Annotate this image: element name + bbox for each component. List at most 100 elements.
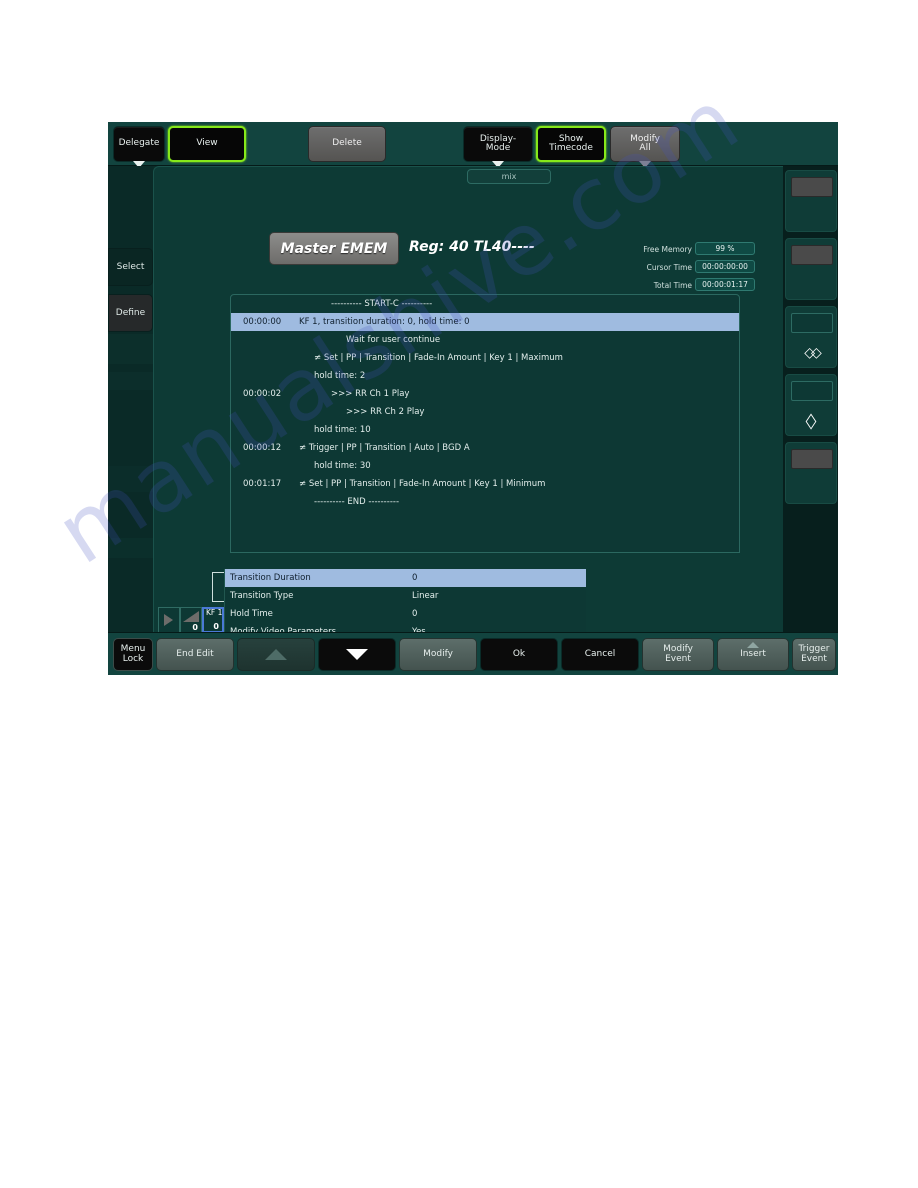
event-row[interactable]: 00:00:00 KF 1, transition duration: 0, ho… — [231, 313, 739, 331]
parameter-row[interactable]: Transition Type Linear — [225, 587, 586, 605]
info-readout-value: 99 % — [695, 242, 755, 255]
rail-texture — [108, 372, 153, 390]
event-row[interactable]: hold time: 30 — [231, 457, 739, 475]
right-rail-button-0[interactable] — [785, 170, 837, 232]
toolbar-button-delegate[interactable]: Delegate — [113, 126, 165, 168]
play-icon — [164, 614, 173, 626]
bottom-button-insert[interactable]: Insert — [717, 638, 789, 671]
bottom-button-modify[interactable]: Modify — [399, 638, 477, 671]
event-row[interactable]: 00:00:02 >>> RR Ch 1 Play — [231, 385, 739, 403]
parameter-name: Transition Duration — [230, 573, 311, 583]
register-label: Reg: 40 TL40---- — [409, 239, 535, 255]
bottom-button-label: Trigger Event — [798, 644, 830, 664]
mix-tab[interactable]: mix — [467, 169, 551, 184]
right-rail-slot — [791, 177, 833, 197]
event-row[interactable]: hold time: 2 — [231, 367, 739, 385]
event-row[interactable]: Wait for user continue — [231, 331, 739, 349]
info-readout-value: 00:00:00:00 — [695, 260, 755, 273]
bottom-button-label: End Edit — [176, 648, 214, 659]
keyframe-play-cell[interactable] — [158, 607, 180, 633]
keyframe-active-value: 0 — [213, 622, 219, 631]
right-rail-button-4[interactable] — [785, 442, 837, 504]
event-list[interactable]: ---------- START-C ---------- 00:00:00 KF … — [230, 294, 740, 553]
event-row[interactable]: >>> RR Ch 2 Play — [231, 403, 739, 421]
toolbar-button-label: Modify All — [630, 133, 660, 153]
parameter-row[interactable]: Transition Duration 0 — [225, 569, 586, 587]
page-root: manualshive.com Delegate View Delete Displa… — [0, 0, 918, 1188]
bottom-button-scroll-down[interactable] — [318, 638, 396, 671]
bottom-button-label: Cancel — [584, 648, 616, 659]
keyframe-current-cell[interactable]: KF 1 0 — [202, 607, 224, 633]
event-text: >>> RR Ch 2 Play — [346, 407, 425, 417]
right-rail-button-2[interactable]: ◇◇ — [785, 306, 837, 368]
bottom-button-modify-event[interactable]: Modify Event — [642, 638, 714, 671]
toolbar-button-delete[interactable]: Delete — [308, 126, 386, 162]
event-timecode: 00:00:12 — [243, 443, 282, 453]
right-rail-slot — [791, 313, 833, 333]
bottom-button-label: Ok — [512, 648, 526, 659]
toolbar-button-view[interactable]: View — [168, 126, 246, 162]
right-rail-slot — [791, 449, 833, 469]
info-readout-value: 00:00:01:17 — [695, 278, 755, 291]
sidebar-tab-select[interactable]: Select — [108, 248, 153, 286]
toolbar-button-display-mode[interactable]: Display- Mode — [463, 126, 533, 168]
toolbar-button-modify-all[interactable]: Modify All — [610, 126, 680, 168]
chevron-down-icon — [346, 649, 368, 660]
parameter-value[interactable]: 0 — [412, 609, 417, 619]
main-panel: mix Master EMEM Reg: 40 TL40---- Free Me… — [153, 166, 783, 667]
parameter-value[interactable]: Linear — [412, 591, 438, 601]
right-rail-button-3[interactable]: ◇ — [785, 374, 837, 436]
chevron-up-icon — [265, 649, 287, 660]
event-row[interactable]: ≠ Set | PP | Transition | Fade-In Amount… — [231, 349, 739, 367]
info-readout-label: Free Memory — [643, 245, 692, 254]
bottom-button-label: Modify Event — [663, 644, 693, 664]
bottom-toolbar: Menu Lock End Edit Modify Ok Cancel Modify Ev… — [108, 632, 838, 675]
toolbar-button-label: Show Timecode — [549, 133, 593, 153]
toolbar-button-label: Delegate — [118, 138, 160, 149]
tree-connector — [212, 572, 224, 602]
right-rail: ◇◇ ◇ — [783, 166, 838, 632]
event-text: hold time: 10 — [314, 425, 371, 435]
event-row[interactable]: 00:01:17 ≠ Set | PP | Transition | Fade-I… — [231, 475, 739, 493]
event-text: ---------- END ---------- — [314, 497, 400, 507]
right-rail-button-1[interactable] — [785, 238, 837, 300]
master-emem-button[interactable]: Master EMEM — [269, 232, 399, 265]
event-row[interactable]: hold time: 10 — [231, 421, 739, 439]
right-rail-slot — [791, 381, 833, 401]
rail-texture — [108, 538, 153, 558]
event-timecode: 00:00:02 — [243, 389, 282, 399]
bottom-button-label: Modify — [423, 648, 453, 659]
sidebar-tab-define[interactable]: Define — [108, 294, 153, 332]
event-row[interactable]: 00:00:12 ≠ Trigger | PP | Transition | Au… — [231, 439, 739, 457]
mini-up-arrow-icon — [747, 642, 759, 648]
info-readout-total-time: Total Time 00:00:01:17 — [625, 278, 755, 291]
event-text: hold time: 30 — [314, 461, 371, 471]
parameter-value[interactable]: 0 — [412, 573, 417, 583]
event-text: hold time: 2 — [314, 371, 366, 381]
info-readout-free-memory: Free Memory 99 % — [625, 242, 755, 255]
parameter-row[interactable]: Hold Time 0 — [225, 605, 586, 623]
parameter-name: Transition Type — [230, 591, 294, 601]
bottom-button-menu-lock[interactable]: Menu Lock — [113, 638, 153, 671]
toolbar-button-label: View — [196, 138, 218, 149]
event-row[interactable]: ---------- START-C ---------- — [231, 295, 739, 313]
bottom-button-ok[interactable]: Ok — [480, 638, 558, 671]
event-text: Wait for user continue — [346, 335, 441, 345]
info-readout-cursor-time: Cursor Time 00:00:00:00 — [625, 260, 755, 273]
rail-texture — [108, 334, 153, 364]
event-text: ≠ Trigger | PP | Transition | Auto | BGD… — [299, 443, 470, 453]
toolbar-button-show-timecode[interactable]: Show Timecode — [536, 126, 606, 162]
right-rail-slot — [791, 245, 833, 265]
event-text: >>> RR Ch 1 Play — [331, 389, 410, 399]
keyframe-indicator: 0 KF 1 0 — [158, 607, 224, 633]
event-timecode: 00:01:17 — [243, 479, 282, 489]
bottom-button-end-edit[interactable]: End Edit — [156, 638, 234, 671]
up-down-arrow-icon: ◇ — [805, 409, 817, 433]
bottom-button-trigger-event[interactable]: Trigger Event — [792, 638, 836, 671]
bottom-button-scroll-up[interactable] — [237, 638, 315, 671]
top-toolbar: Delegate View Delete Display- Mode Show Time… — [108, 122, 838, 168]
bottom-button-cancel[interactable]: Cancel — [561, 638, 639, 671]
event-row[interactable]: ---------- END ---------- — [231, 493, 739, 511]
keyframe-ramp-cell[interactable]: 0 — [180, 607, 202, 633]
rail-texture — [108, 466, 153, 492]
